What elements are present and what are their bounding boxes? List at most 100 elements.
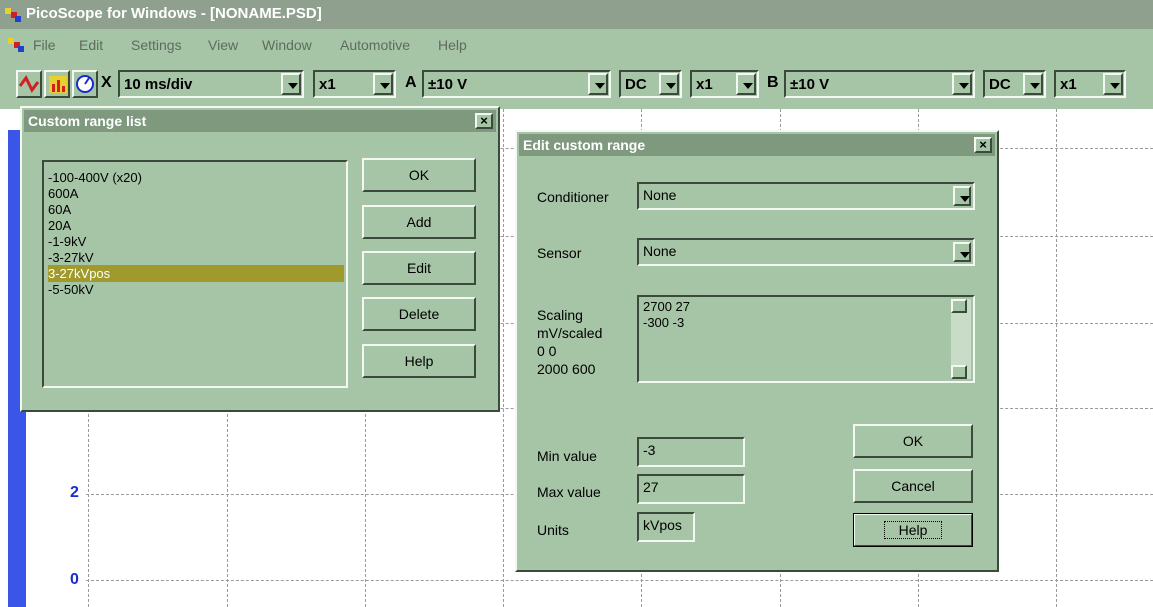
channel-a-multiplier-select[interactable]: x1 [690,70,759,98]
document-icon[interactable] [8,36,26,54]
custom-range-list-dialog: Custom range list × -100-400V (x20) 600A… [20,106,500,412]
menu-file[interactable]: File [33,37,56,53]
ok-button[interactable]: OK [853,424,973,458]
max-value-text: 27 [643,479,659,495]
sensor-label: Sensor [537,245,582,261]
help-button[interactable]: Help [853,513,973,547]
list-item[interactable]: 600A [48,185,344,202]
channel-b-range-select[interactable]: ±10 V [784,70,975,98]
channel-b-range-value: ±10 V [790,76,830,93]
title-bar: PicoScope for Windows - [NONAME.PSD] [0,0,1153,29]
help-button[interactable]: Help [362,344,476,378]
max-value-input[interactable]: 27 [637,474,745,504]
channel-b-coupling-select[interactable]: DC [983,70,1046,98]
ok-button-label: OK [902,433,924,449]
list-item[interactable]: -100-400V (x20) [48,169,344,186]
channel-b-multiplier-dropdown-arrow-icon[interactable] [1103,73,1123,95]
menu-help[interactable]: Help [438,37,467,53]
menu-view[interactable]: View [208,37,238,53]
dialog-caption: Edit custom range × [519,134,995,156]
min-value-input[interactable]: -3 [637,437,745,467]
sensor-dropdown-arrow-icon[interactable] [953,242,971,262]
scaling-line-1: 2700 27 [643,299,690,314]
ok-button-label: OK [408,167,430,183]
channel-a-range-value: ±10 V [428,76,468,93]
units-input[interactable]: kVpos [637,512,695,542]
list-item[interactable]: 20A [48,217,344,234]
menu-edit[interactable]: Edit [79,37,103,53]
scroll-down-arrow-icon[interactable] [951,365,967,379]
scaling-scrollbar[interactable] [951,299,971,379]
channel-a-multiplier-value: x1 [696,76,713,93]
scaling-line-2: -300 -3 [643,315,685,330]
scaling-units-label: mV/scaled [537,325,603,341]
menu-settings[interactable]: Settings [131,37,182,53]
add-button-label: Add [406,214,432,230]
channel-b-range-dropdown-arrow-icon[interactable] [952,73,972,95]
custom-range-listbox[interactable]: -100-400V (x20) 600A 60A 20A -1-9kV -3-2… [42,160,348,388]
conditioner-dropdown-arrow-icon[interactable] [953,186,971,206]
channel-a-range-dropdown-arrow-icon[interactable] [588,73,608,95]
conditioner-label: Conditioner [537,189,609,205]
channel-b-multiplier-select[interactable]: x1 [1054,70,1126,98]
timebase-select[interactable]: 10 ms/div [118,70,304,98]
scaling-textarea[interactable]: 2700 27 -300 -3 [637,295,975,383]
channel-a-coupling-dropdown-arrow-icon[interactable] [659,73,679,95]
close-icon[interactable]: × [974,137,992,153]
help-button-label: Help [883,521,943,539]
dialog-caption: Custom range list × [24,110,496,132]
list-item[interactable]: -1-9kV [48,233,344,250]
channel-a-label: A [405,74,417,91]
scroll-up-arrow-icon[interactable] [951,299,967,313]
channel-b-coupling-value: DC [989,76,1011,93]
scaling-example-2: 2000 600 [537,361,596,377]
grid-line-v [503,109,504,607]
timebase-x-label: X [101,74,112,91]
edit-button-label: Edit [406,260,432,276]
menu-automotive[interactable]: Automotive [340,37,410,53]
scope-mode-button[interactable] [16,70,42,98]
edit-custom-range-dialog: Edit custom range × Conditioner None Sen… [515,130,999,572]
units-text: kVpos [643,517,682,533]
conditioner-select[interactable]: None [637,182,975,210]
timebase-multiplier-value: x1 [319,76,336,93]
list-item-selected[interactable]: 3-27kVpos [48,265,344,282]
channel-b-label: B [767,74,779,91]
channel-a-multiplier-dropdown-arrow-icon[interactable] [736,73,756,95]
delete-button[interactable]: Delete [362,297,476,331]
timebase-multiplier-dropdown-arrow-icon[interactable] [373,73,393,95]
timebase-value: 10 ms/div [124,76,193,93]
channel-a-range-select[interactable]: ±10 V [422,70,611,98]
meter-mode-button[interactable] [72,70,98,98]
sensor-value: None [643,243,677,259]
cancel-button[interactable]: Cancel [853,469,973,503]
spectrum-bars-icon [49,76,67,93]
add-button[interactable]: Add [362,205,476,239]
spectrum-mode-button[interactable] [44,70,70,98]
close-icon[interactable]: × [475,113,493,129]
sensor-select[interactable]: None [637,238,975,266]
ok-button[interactable]: OK [362,158,476,192]
scope-trace-icon [18,75,40,93]
y-axis-tick-label: 0 [70,571,79,588]
grid-line-h [86,580,1153,581]
timebase-multiplier-select[interactable]: x1 [313,70,396,98]
grid-line-v [1056,109,1057,607]
channel-b-coupling-dropdown-arrow-icon[interactable] [1023,73,1043,95]
channel-a-coupling-select[interactable]: DC [619,70,682,98]
menu-bar: File Edit Settings View Window Automotiv… [0,29,1153,59]
timebase-dropdown-arrow-icon[interactable] [281,73,301,95]
help-button-label: Help [404,353,434,369]
dialog-title: Edit custom range [523,137,646,153]
conditioner-value: None [643,187,677,203]
dialog-title: Custom range list [28,113,147,129]
list-item[interactable]: -3-27kV [48,249,344,266]
menu-window[interactable]: Window [262,37,312,53]
edit-button[interactable]: Edit [362,251,476,285]
min-value-text: -3 [643,442,656,458]
picoscope-app-icon[interactable] [5,6,23,24]
channel-b-multiplier-value: x1 [1060,76,1077,93]
list-item[interactable]: -5-50kV [48,281,344,298]
list-item[interactable]: 60A [48,201,344,218]
toolbar: X 10 ms/div x1 A ±10 V DC x1 B ±10 V DC … [0,59,1153,109]
